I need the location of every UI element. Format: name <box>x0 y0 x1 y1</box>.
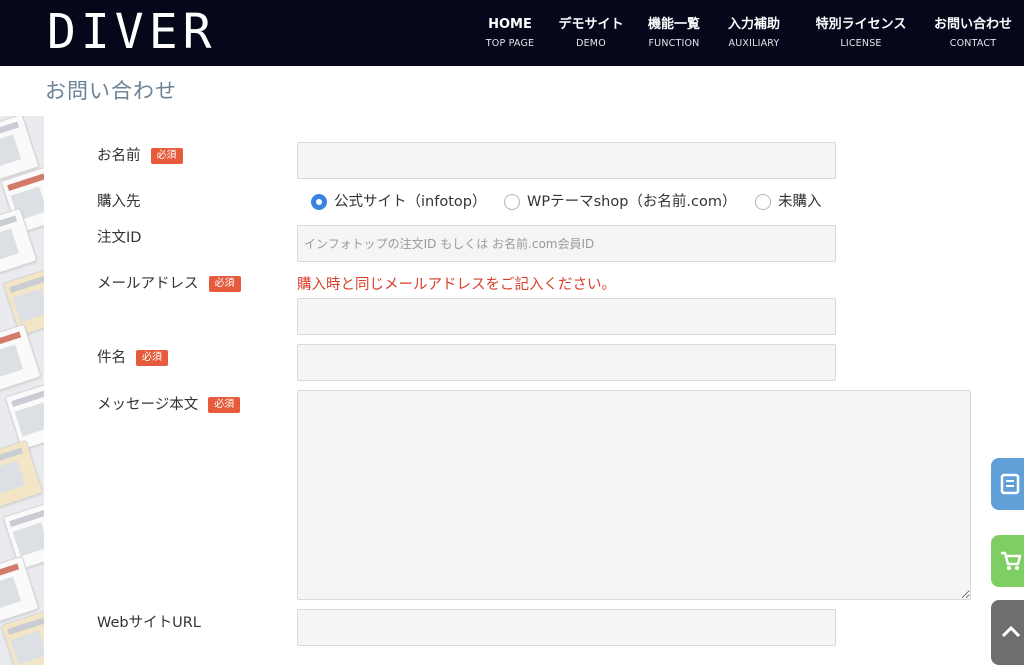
nav-item-sublabel: CONTACT <box>949 38 997 49</box>
order-id-field[interactable] <box>297 225 836 262</box>
page-title: お問い合わせ <box>45 79 177 103</box>
subject-field[interactable] <box>297 344 836 381</box>
nav-item-label: 機能一覧 <box>647 17 700 32</box>
floating-document-button[interactable] <box>991 458 1024 510</box>
required-badge: 必須 <box>136 350 168 366</box>
field-label: 件名 <box>97 350 126 366</box>
message-textarea[interactable] <box>297 390 971 600</box>
required-badge: 必須 <box>150 148 183 164</box>
thumbnail-image <box>0 323 42 393</box>
email-note: 購入時と同じメールアドレスをご記入ください。 <box>297 277 616 293</box>
email-field[interactable] <box>297 298 836 335</box>
radio-label: WPテーマshop（お名前.com） <box>527 194 737 210</box>
nav-item-contact[interactable]: お問い合わせ CONTACT <box>923 16 1023 51</box>
name-field[interactable] <box>297 142 836 179</box>
required-badge: 必須 <box>208 276 241 292</box>
message-label-row: メッセージ本文 必須 <box>97 395 241 415</box>
floating-scroll-top-button[interactable] <box>991 600 1024 665</box>
email-label-row: メールアドレス 必須 <box>97 274 241 294</box>
subject-label-row: 件名 必須 <box>97 348 168 368</box>
website-url-field[interactable] <box>297 609 836 646</box>
nav-item-auxiliary[interactable]: 入力補助 AUXILIARY <box>714 16 794 51</box>
document-icon <box>1000 473 1020 495</box>
nav-item-sublabel: LICENSE <box>840 38 882 49</box>
field-label: WebサイトURL <box>97 615 201 631</box>
nav-item-label: お問い合わせ <box>933 17 1012 32</box>
floating-cart-button[interactable] <box>991 535 1024 587</box>
nav-item-label: HOME <box>488 17 532 32</box>
nav-item-sublabel: DEMO <box>576 38 606 49</box>
background-thumbnails <box>0 116 44 665</box>
chevron-up-icon <box>1001 625 1021 638</box>
radio-label: 公式サイト（infotop） <box>334 194 487 210</box>
nav-item-license[interactable]: 特別ライセンス LICENSE <box>801 16 921 51</box>
nav-item-demo[interactable]: デモサイト DEMO <box>551 16 631 51</box>
field-label: メールアドレス <box>97 276 199 292</box>
thumbnail-image <box>0 439 44 509</box>
radio-unchecked-icon <box>755 194 771 210</box>
nav-item-label: デモサイト <box>558 17 624 32</box>
site-header: DIVER HOME TOP PAGE デモサイト DEMO 機能一覧 FUNC… <box>0 0 1024 66</box>
site-logo[interactable]: DIVER <box>47 4 217 60</box>
nav-item-sublabel: AUXILIARY <box>728 38 780 49</box>
name-label-row: お名前 必須 <box>97 146 183 166</box>
nav-item-label: 入力補助 <box>727 17 780 32</box>
field-label: お名前 <box>97 148 141 164</box>
field-label: メッセージ本文 <box>97 397 199 413</box>
field-label: 注文ID <box>97 230 142 246</box>
cart-icon <box>1001 551 1022 570</box>
nav-item-sublabel: FUNCTION <box>648 38 700 49</box>
required-badge: 必須 <box>208 397 241 413</box>
field-label: 購入先 <box>97 194 141 210</box>
nav-item-function[interactable]: 機能一覧 FUNCTION <box>634 16 714 51</box>
radio-unchecked-icon <box>504 194 520 210</box>
nav-item-sublabel: TOP PAGE <box>485 38 535 49</box>
radio-checked-icon <box>311 194 327 210</box>
radio-label: 未購入 <box>778 194 822 210</box>
nav-item-label: 特別ライセンス <box>815 17 907 32</box>
nav-item-home[interactable]: HOME TOP PAGE <box>480 16 540 51</box>
